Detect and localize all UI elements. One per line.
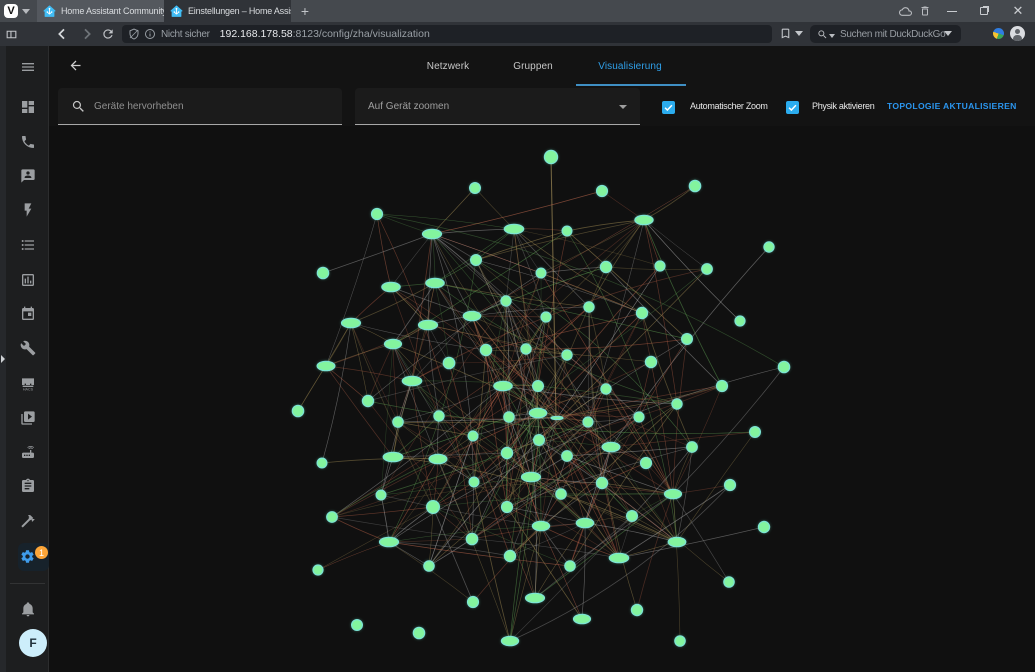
svg-text:HACS: HACS: [22, 387, 33, 391]
